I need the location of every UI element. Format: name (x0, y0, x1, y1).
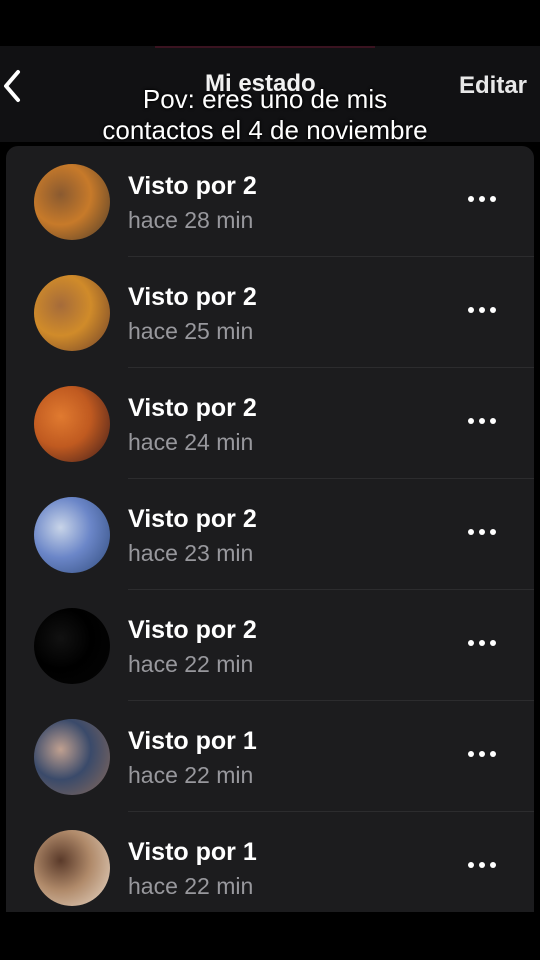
ellipsis-icon (468, 529, 496, 535)
status-thumbnail (34, 830, 110, 906)
status-thumbnail (34, 386, 110, 462)
ellipsis-icon (468, 751, 496, 757)
status-thumbnail (34, 608, 110, 684)
status-thumbnail (34, 719, 110, 795)
more-options-button[interactable] (462, 295, 502, 325)
ellipsis-icon (468, 418, 496, 424)
status-time: hace 22 min (128, 762, 254, 788)
status-row[interactable]: Visto por 2 hace 22 min (6, 590, 534, 701)
status-time: hace 24 min (128, 429, 254, 455)
edit-button[interactable]: Editar (459, 72, 527, 100)
views-count-label: Visto por 2 (128, 616, 257, 644)
views-count-label: Visto por 1 (128, 727, 257, 755)
status-row[interactable]: Visto por 2 hace 28 min (6, 146, 534, 257)
bottom-bar-area (0, 912, 540, 960)
status-time: hace 22 min (128, 873, 254, 899)
more-options-button[interactable] (462, 184, 502, 214)
status-row[interactable]: Visto por 2 hace 25 min (6, 257, 534, 368)
views-count-label: Visto por 2 (128, 172, 257, 200)
chevron-left-icon (4, 70, 20, 102)
status-thumbnail (34, 164, 110, 240)
status-row[interactable]: Visto por 2 hace 24 min (6, 368, 534, 479)
status-bar-area (0, 0, 540, 46)
status-time: hace 23 min (128, 540, 254, 566)
ellipsis-icon (468, 640, 496, 646)
video-caption-overlay: Pov: eres uno de mis contactos el 4 de n… (102, 84, 428, 145)
status-time: hace 28 min (128, 207, 254, 233)
views-count-label: Visto por 2 (128, 505, 257, 533)
status-thumbnail (34, 497, 110, 573)
ellipsis-icon (468, 862, 496, 868)
more-options-button[interactable] (462, 517, 502, 547)
more-options-button[interactable] (462, 628, 502, 658)
more-options-button[interactable] (462, 739, 502, 769)
status-row[interactable]: Visto por 1 hace 22 min (6, 701, 534, 812)
ellipsis-icon (468, 196, 496, 202)
views-count-label: Visto por 2 (128, 283, 257, 311)
status-time: hace 25 min (128, 318, 254, 344)
views-count-label: Visto por 1 (128, 838, 257, 866)
status-list: Visto por 2 hace 28 min Visto por 2 hace… (6, 146, 534, 912)
views-count-label: Visto por 2 (128, 394, 257, 422)
more-options-button[interactable] (462, 850, 502, 880)
status-thumbnail (34, 275, 110, 351)
more-options-button[interactable] (462, 406, 502, 436)
back-button[interactable] (0, 66, 24, 106)
status-time: hace 22 min (128, 651, 254, 677)
status-row[interactable]: Visto por 2 hace 23 min (6, 479, 534, 590)
header-accent-line (155, 46, 375, 48)
status-row[interactable]: Visto por 1 hace 22 min (6, 812, 534, 912)
ellipsis-icon (468, 307, 496, 313)
